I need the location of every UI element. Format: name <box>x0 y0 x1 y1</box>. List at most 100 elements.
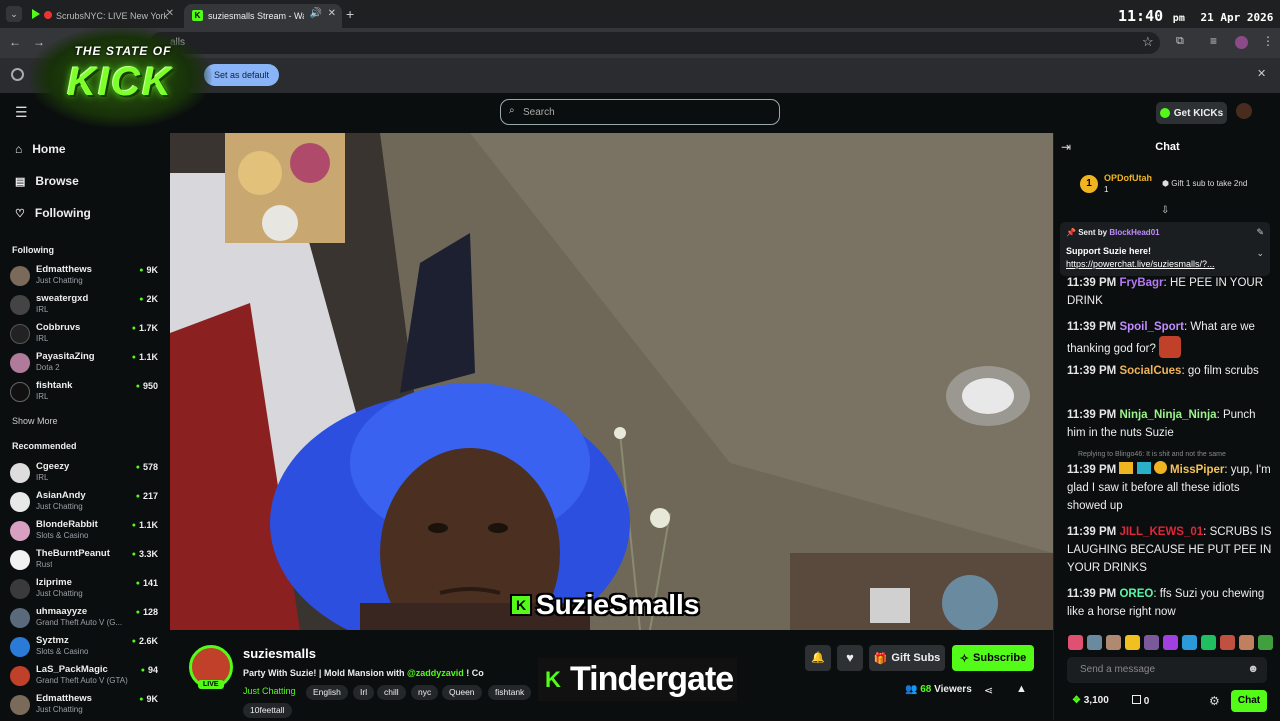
menu-icon[interactable]: ⋮ <box>1262 34 1274 48</box>
url-field[interactable]: alls <box>150 32 1160 54</box>
category-link[interactable]: Just Chatting <box>243 686 296 696</box>
gifter-name: OPDofUtah <box>1104 173 1152 183</box>
sidebar-channel[interactable]: BlondeRabbit Slots & Casino 1.1K <box>10 519 160 547</box>
emote-icon[interactable] <box>1144 635 1159 650</box>
chat-message[interactable]: 11:39 PM MissPiper: yup, I'm glad I saw … <box>1067 461 1277 515</box>
media-icon[interactable]: ≡ <box>1210 34 1217 48</box>
sidebar-channel[interactable]: fishtank IRL 950 <box>10 380 160 408</box>
video-frame <box>170 133 1053 630</box>
tag-english[interactable]: English <box>306 685 348 700</box>
top-gifter[interactable]: 1 OPDofUtah 1 <box>1080 173 1170 199</box>
tag-chill[interactable]: chill <box>377 685 406 700</box>
set-default-button[interactable]: Set as default <box>204 64 280 86</box>
sidebar-item-following[interactable]: ♡ Following <box>15 206 91 220</box>
avatar <box>10 382 30 402</box>
expand-leaderboard-icon[interactable]: ⇩ <box>1161 205 1169 216</box>
message-user[interactable]: Spoil_Sport <box>1119 321 1184 333</box>
message-user[interactable]: MissPiper <box>1170 464 1224 476</box>
search-input[interactable]: ⌕ Search <box>500 99 780 125</box>
kicks-balance[interactable]: ❖ 3,100 <box>1072 695 1109 706</box>
message-user[interactable]: JILL_KEWS_01 <box>1119 526 1203 538</box>
chat-input[interactable]: Send a message ☻ <box>1067 657 1267 683</box>
emote-icon[interactable] <box>1201 635 1216 650</box>
streamer-name[interactable]: suziesmalls <box>243 646 316 661</box>
message-user[interactable]: FryBagr <box>1119 277 1163 289</box>
chat-message[interactable]: 11:39 PM JILL_KEWS_01: SCRUBS IS LAUGHIN… <box>1067 523 1277 577</box>
follow-button[interactable]: ♥ <box>837 645 863 671</box>
emoji-icon[interactable]: ☻ <box>1247 663 1259 675</box>
message-user[interactable]: OREO <box>1119 588 1153 600</box>
gift-subs-button[interactable]: 🎁 Gift Subs <box>869 645 945 671</box>
title-part-2: Mold Mansion with <box>323 668 405 678</box>
recording-dot-icon <box>44 11 52 19</box>
emote-icon[interactable] <box>1106 635 1121 650</box>
pinned-message[interactable]: 📌 Sent by BlockHead01 Support Suzie here… <box>1060 222 1270 276</box>
emote-icon[interactable] <box>1068 635 1083 650</box>
hamburger-icon[interactable]: ☰ <box>15 104 28 121</box>
sidebar-item-browse[interactable]: ▤ Browse <box>15 174 79 188</box>
tag-irl[interactable]: Irl <box>353 685 375 700</box>
sidebar-channel[interactable]: sweatergxd IRL 2K <box>10 293 160 321</box>
channel-points[interactable]: 0 <box>1132 695 1149 707</box>
title-mention[interactable]: @zaddyzavid <box>407 668 464 678</box>
emote-icon[interactable] <box>1125 635 1140 650</box>
speaker-icon[interactable]: 🔊 <box>310 8 322 19</box>
message-user[interactable]: Ninja_Ninja_Ninja <box>1119 409 1216 421</box>
sidebar-channel[interactable]: Syztmz Slots & Casino 2.6K <box>10 635 160 663</box>
tag-queen[interactable]: Queen <box>442 685 482 700</box>
sidebar-item-home[interactable]: ⌂ Home <box>15 142 66 156</box>
chat-message[interactable]: 11:39 PM Ninja_Ninja_Ninja: Punch him in… <box>1067 406 1277 442</box>
sidebar-channel[interactable]: TheBurntPeanut Rust 3.3K <box>10 548 160 576</box>
get-kicks-button[interactable]: Get KICKs <box>1156 102 1227 124</box>
subscribe-button[interactable]: ✧ Subscribe <box>952 645 1034 671</box>
user-avatar[interactable] <box>1236 103 1252 119</box>
unpin-icon[interactable]: ✎ <box>1256 227 1264 238</box>
emote-icon[interactable] <box>1163 635 1178 650</box>
sidebar-channel[interactable]: Iziprime Just Chatting 141 <box>10 577 160 605</box>
emote-icon[interactable] <box>1182 635 1197 650</box>
clock-date: 21 Apr 2026 <box>1200 11 1274 24</box>
star-icon[interactable]: ☆ <box>1142 34 1154 50</box>
close-icon[interactable]: ✕ <box>166 8 174 19</box>
message-user[interactable]: SocialCues <box>1119 365 1181 377</box>
chevron-down-icon[interactable]: ⌄ <box>1256 248 1264 259</box>
close-icon[interactable]: ✕ <box>1257 67 1266 80</box>
chat-message[interactable]: 11:39 PM FryBagr: HE PEE IN YOUR DRINK <box>1067 274 1277 310</box>
tab-scrubsnyc[interactable]: ScrubsNYC: LIVE New York ✕ <box>28 4 178 28</box>
share-icon[interactable]: ⋖ <box>984 684 993 697</box>
send-chat-button[interactable]: Chat <box>1231 690 1267 712</box>
sidebar-channel[interactable]: PayasitaZing Dota 2 1.1K <box>10 351 160 379</box>
emote-icon[interactable] <box>1220 635 1235 650</box>
chat-message[interactable]: 11:39 PM Spoil_Sport: What are we thanki… <box>1067 318 1277 358</box>
channel-category: IRL <box>36 392 49 401</box>
tab-list-icon[interactable]: ⌄ <box>6 6 22 22</box>
notification-bell-button[interactable]: 🔔 <box>805 645 831 671</box>
emote-icon[interactable] <box>1239 635 1254 650</box>
sidebar-channel[interactable]: uhmaayyze Grand Theft Auto V (G... 128 <box>10 606 160 634</box>
gift-prompt[interactable]: ⬢ Gift 1 sub to take 2nd <box>1162 179 1247 188</box>
gear-icon[interactable]: ⚙ <box>1209 694 1220 708</box>
tag-10feettall[interactable]: 10feettall <box>243 703 292 718</box>
sidebar-channel[interactable]: LaS_PackMagic Grand Theft Auto V (GTA) 9… <box>10 664 160 692</box>
pinned-link[interactable]: https://powerchat.live/suziesmalls/?... <box>1066 259 1215 269</box>
close-icon[interactable]: ✕ <box>328 8 336 19</box>
sidebar-channel[interactable]: AsianAndy Just Chatting 217 <box>10 490 160 518</box>
extensions-icon[interactable]: ⧉ <box>1176 35 1184 48</box>
show-more-link[interactable]: Show More <box>12 416 58 426</box>
chat-message[interactable]: 11:39 PM SocialCues: go film scrubs <box>1067 362 1277 380</box>
report-icon[interactable]: ▲ <box>1016 683 1027 695</box>
chat-message[interactable]: 11:39 PM OREO: ffs Suzi you chewing like… <box>1067 585 1277 621</box>
tab-suziesmalls[interactable]: K suziesmalls Stream - Watch 🔊 ✕ <box>184 4 342 28</box>
sidebar-channel[interactable]: Edmatthews Just Chatting 9K <box>10 264 160 292</box>
emote-icon[interactable] <box>1258 635 1273 650</box>
tag-fishtank[interactable]: fishtank <box>488 685 532 700</box>
sidebar-channel[interactable]: Cgeezy IRL 578 <box>10 461 160 489</box>
back-icon[interactable]: ← <box>9 35 21 49</box>
video-player[interactable]: K SuzieSmalls <box>170 133 1053 630</box>
emote-icon[interactable] <box>1087 635 1102 650</box>
sidebar-channel[interactable]: Edmatthews Just Chatting 9K <box>10 693 160 721</box>
new-tab-icon[interactable]: + <box>346 6 354 22</box>
sidebar-channel[interactable]: Cobbruvs IRL 1.7K <box>10 322 160 350</box>
tag-nyc[interactable]: nyc <box>411 685 439 700</box>
profile-avatar[interactable] <box>1235 36 1248 49</box>
